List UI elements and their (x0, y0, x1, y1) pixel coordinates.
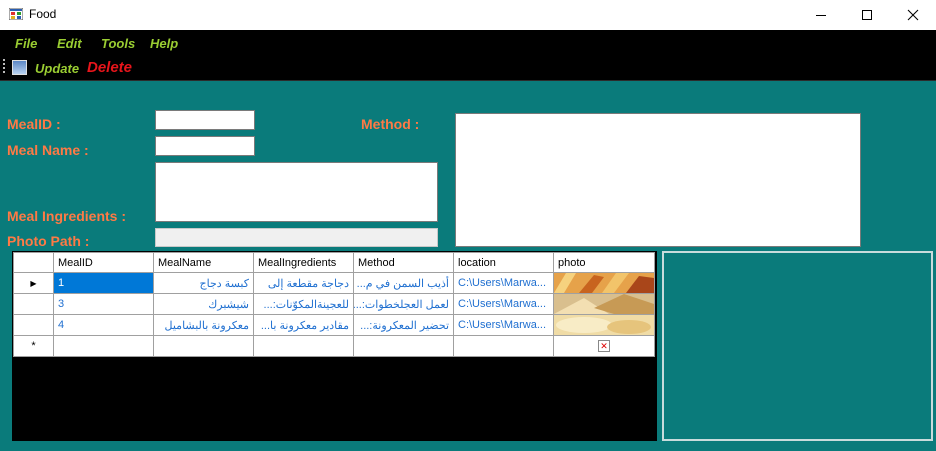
meals-data-grid[interactable]: MealID MealName MealIngredients Method l… (12, 251, 657, 441)
cell-mealname[interactable]: شيشبرك (153, 293, 254, 315)
menu-tools[interactable]: Tools (101, 36, 135, 51)
toolbar: Update Delete (0, 56, 936, 81)
column-header-mealname[interactable]: MealName (153, 252, 254, 273)
meal-id-label: MealID : (7, 116, 61, 132)
cell-method[interactable]: لعمل العجلخطوات:... (353, 293, 454, 315)
new-row-marker[interactable]: * (13, 335, 54, 357)
cell-mealingredients[interactable] (253, 335, 354, 357)
table-row[interactable]: 3 شيشبرك للعجينةالمكوّنات:... لعمل العجل… (13, 293, 655, 315)
column-header-mealingredients[interactable]: MealIngredients (253, 252, 354, 273)
app-icon (9, 8, 23, 20)
table-row[interactable]: ▶ 1 كبسة دجاج دجاجة مقطعة إلى أذيب السمن… (13, 272, 655, 294)
close-button[interactable] (890, 0, 936, 30)
toolbar-grip[interactable] (3, 59, 6, 76)
food-photo-thumbnail (554, 315, 654, 335)
method-input[interactable] (455, 113, 861, 247)
row-header[interactable] (13, 314, 54, 336)
cell-photo[interactable]: ✕ (553, 335, 655, 357)
method-label: Method : (361, 116, 420, 132)
meal-ingredients-label: Meal Ingredients : (7, 208, 127, 224)
maximize-button[interactable] (844, 0, 890, 30)
cell-mealid[interactable]: 3 (53, 293, 154, 315)
cell-mealid[interactable]: 4 (53, 314, 154, 336)
delete-button[interactable]: Delete (87, 59, 132, 76)
meal-ingredients-input[interactable] (155, 162, 438, 222)
photo-path-label: Photo Path : (7, 233, 90, 249)
cell-mealname[interactable] (153, 335, 254, 357)
minimize-button[interactable] (798, 0, 844, 30)
cell-method[interactable]: أذيب السمن في م... (353, 272, 454, 294)
food-photo-thumbnail (554, 273, 654, 293)
cell-photo[interactable] (553, 272, 655, 294)
grid-header-row: MealID MealName MealIngredients Method l… (13, 252, 655, 273)
cell-location[interactable]: C:\Users\Marwa... (453, 272, 554, 294)
cell-method[interactable] (353, 335, 454, 357)
cell-mealname[interactable]: كبسة دجاج (153, 272, 254, 294)
cell-location[interactable]: C:\Users\Marwa... (453, 314, 554, 336)
column-header-location[interactable]: location (453, 252, 554, 273)
cell-method[interactable]: تحضير المعكرونة:... (353, 314, 454, 336)
new-row[interactable]: * ✕ (13, 335, 655, 357)
cell-mealname[interactable]: معكرونة بالبشاميل (153, 314, 254, 336)
column-header-photo[interactable]: photo (553, 252, 655, 273)
cell-location[interactable]: C:\Users\Marwa... (453, 293, 554, 315)
column-header-method[interactable]: Method (353, 252, 454, 273)
cell-photo[interactable] (553, 314, 655, 336)
meal-name-label: Meal Name : (7, 142, 89, 158)
food-photo-thumbnail (554, 294, 654, 314)
column-header-mealid[interactable]: MealID (53, 252, 154, 273)
row-header-corner[interactable] (13, 252, 54, 273)
photo-preview (662, 251, 933, 441)
menu-edit[interactable]: Edit (57, 36, 82, 51)
cell-location[interactable] (453, 335, 554, 357)
image-icon[interactable] (12, 60, 27, 75)
meal-id-input[interactable] (155, 110, 255, 130)
current-row-arrow-icon[interactable]: ▶ (13, 272, 54, 294)
cell-mealingredients[interactable]: للعجينةالمكوّنات:... (253, 293, 354, 315)
cell-mealid[interactable] (53, 335, 154, 357)
menu-help[interactable]: Help (150, 36, 178, 51)
update-button[interactable]: Update (35, 61, 79, 76)
meal-name-input[interactable] (155, 136, 255, 156)
missing-image-icon: ✕ (598, 340, 610, 352)
close-icon (907, 9, 919, 21)
menu-bar: File Edit Tools Help (0, 30, 936, 56)
cell-mealingredients[interactable]: مقادير معكرونة با... (253, 314, 354, 336)
cell-mealingredients[interactable]: دجاجة مقطعة إلى (253, 272, 354, 294)
maximize-icon (862, 10, 872, 20)
cell-photo[interactable] (553, 293, 655, 315)
table-row[interactable]: 4 معكرونة بالبشاميل مقادير معكرونة با...… (13, 314, 655, 336)
minimize-icon (816, 15, 826, 16)
cell-mealid[interactable]: 1 (53, 272, 154, 294)
menu-file[interactable]: File (15, 36, 37, 51)
photo-path-input[interactable] (155, 228, 438, 247)
row-header[interactable] (13, 293, 54, 315)
title-bar: Food (0, 0, 936, 30)
window-title: Food (29, 7, 57, 21)
